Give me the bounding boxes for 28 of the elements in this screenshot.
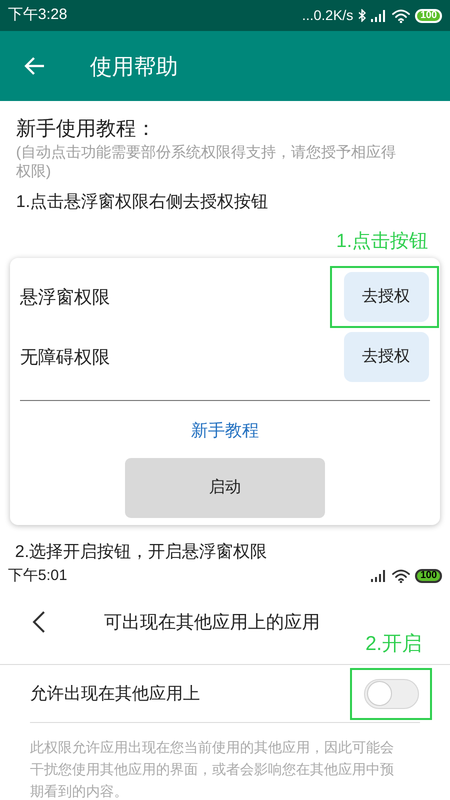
signal-icon [371,570,388,582]
tutorial-link[interactable]: 新手教程 [191,418,259,444]
battery-indicator: 100 [415,569,442,583]
page-title: 使用帮助 [90,52,178,80]
grant-button[interactable]: 去授权 [344,332,428,382]
start-button[interactable]: 启动 [125,458,325,518]
back-icon [32,610,46,634]
step-text: 1.点击悬浮窗权限右侧去授权按钮 [16,191,270,213]
wifi-icon [392,8,410,22]
section-heading: 新手使用教程： [16,117,157,142]
permission-label: 无障碍权限 [20,346,110,368]
bluetooth-icon [358,9,366,22]
toggle-switch[interactable] [364,678,418,708]
permission-description: 此权限允许应用出现在您当前使用的其他应用，因此可能会干扰您使用其他应用的界面，或者会影响您在其他应用中预期看到的内容。 [30,738,395,800]
step-label: 1.点击按钮 [336,230,428,254]
signal-icon [371,10,388,22]
status-time: 下午5:01 [8,566,68,586]
status-time: 下午3:28 [8,5,68,26]
step-text: 2.选择开启按钮，开启悬浮窗权限 [14,541,268,563]
step-label: 2.开启 [365,634,422,657]
screen-title: 可出现在其他应用上的应用 [104,610,320,634]
wifi-icon [392,569,410,583]
permission-note: (自动点击功能需要部份系统权限得支持，请您授予相应得权限) [16,143,397,181]
network-speed: ...0.2K/s [302,6,354,25]
permission-label: 悬浮窗权限 [20,286,110,308]
setting-label: 允许出现在其他应用上 [30,682,200,705]
grant-button[interactable]: 去授权 [344,272,428,322]
battery-indicator: 100 [415,8,442,22]
